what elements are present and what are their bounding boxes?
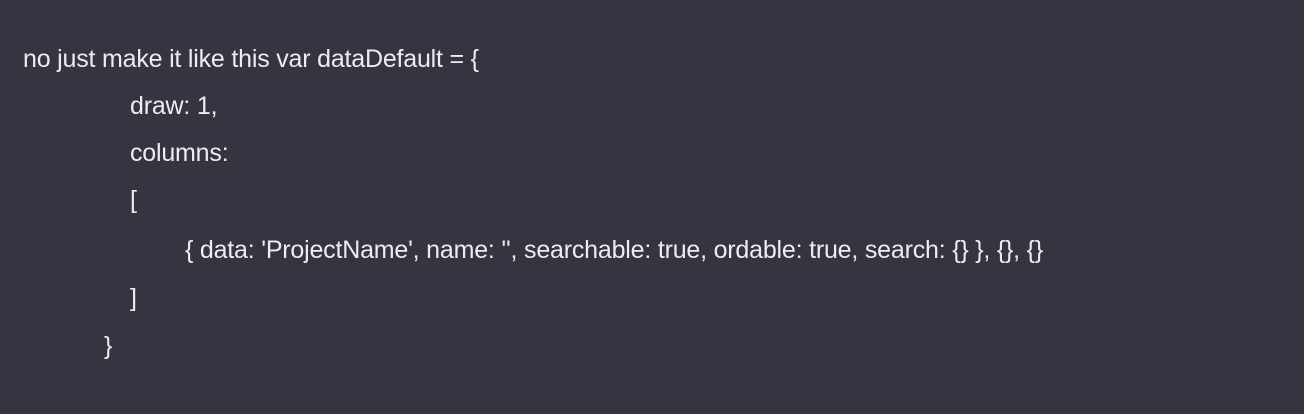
message-line: no just make it like this var dataDefaul… — [23, 45, 479, 73]
message-line: ] — [130, 284, 137, 312]
message-line: } — [104, 332, 113, 360]
message-line: draw: 1, — [130, 92, 218, 120]
message-line: [ — [130, 186, 137, 214]
message-line: columns: — [130, 139, 229, 167]
message-line: { data: 'ProjectName', name: '', searcha… — [185, 236, 1043, 264]
user-message: no just make it like this var dataDefaul… — [0, 0, 1304, 414]
